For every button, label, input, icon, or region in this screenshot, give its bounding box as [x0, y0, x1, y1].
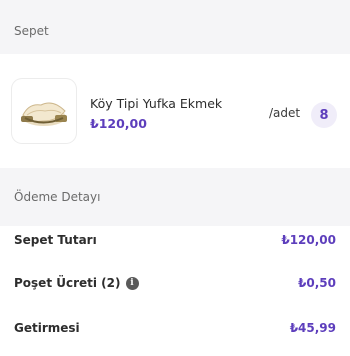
info-icon[interactable]: i — [125, 276, 139, 290]
payment-details-title: Ödeme Detayı — [0, 168, 350, 226]
payment-details-title-text: Ödeme Detayı — [14, 190, 101, 204]
cart-section-title-text: Sepet — [14, 24, 49, 38]
delivery-fee-value: ₺45,99 — [289, 321, 336, 335]
yufka-bread-image — [21, 102, 67, 126]
product-price: ₺120,00 — [90, 116, 147, 131]
bag-fee-row: Poşet Ücreti (2) i ₺0,50 — [14, 273, 336, 293]
cart-total-row: Sepet Tutarı ₺120,00 — [14, 230, 336, 250]
quantity-badge[interactable]: 8 — [311, 102, 337, 128]
product-unit: /adet — [269, 106, 301, 120]
product-name: Köy Tipi Yufka Ekmek — [90, 96, 223, 111]
cart-total-value: ₺120,00 — [281, 233, 336, 247]
product-thumbnail[interactable] — [12, 79, 76, 143]
cart-total-label: Sepet Tutarı — [14, 233, 97, 247]
delivery-fee-row: Getirmesi ₺45,99 — [14, 318, 336, 338]
cart-section-title: Sepet — [0, 8, 350, 54]
bag-fee-value: ₺0,50 — [298, 276, 336, 290]
bag-fee-label-wrap: Poşet Ücreti (2) i — [14, 276, 139, 290]
delivery-fee-label: Getirmesi — [14, 321, 80, 335]
bag-fee-label: Poşet Ücreti (2) — [14, 276, 121, 290]
